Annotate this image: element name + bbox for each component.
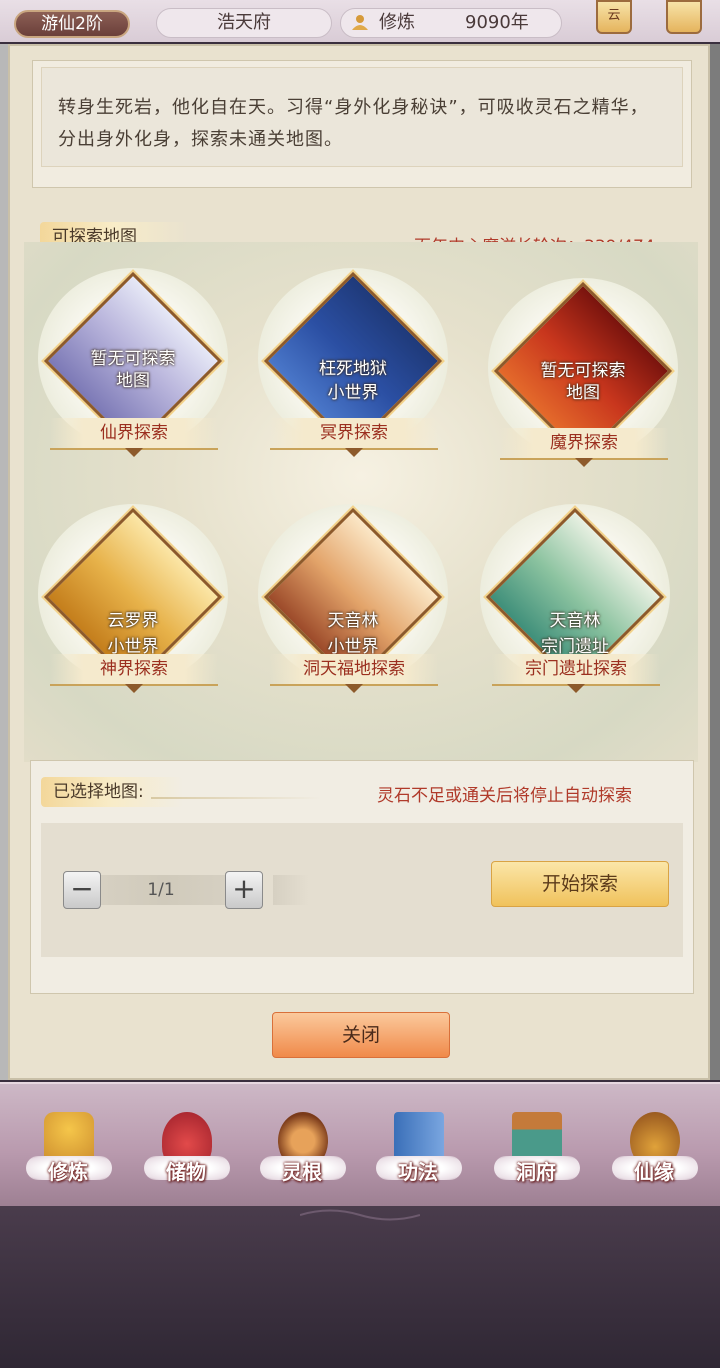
bottom-nav: 修炼 储物 灵根 功法 洞府 仙缘	[0, 1082, 720, 1208]
top-bar: 游仙2阶 浩天府 修炼 9090年 云	[0, 0, 720, 42]
right-edge	[710, 44, 720, 1080]
scroll-button[interactable]	[666, 0, 702, 34]
bottom-background	[0, 1206, 720, 1368]
map-card-mingjie[interactable]: 枉死地狱 小世界 冥界探索	[254, 268, 454, 468]
map-name: 云罗界	[107, 611, 159, 631]
pointer-icon	[345, 684, 363, 693]
map-name: 天音林	[549, 611, 601, 631]
decrement-button[interactable]: −	[63, 871, 101, 909]
close-button[interactable]: 关闭	[272, 1012, 450, 1058]
exploration-panel: 转身生死岩，他化自在天。习得“身外化身秘诀”，可吸收灵石之精华，分出身外化身，探…	[8, 44, 710, 1080]
nav-linggen[interactable]: 灵根	[254, 1106, 350, 1202]
lotus-icon	[352, 15, 368, 30]
cloud-button[interactable]: 云	[596, 0, 632, 34]
map-subtitle: 地图	[566, 383, 600, 403]
location-label: 浩天府	[156, 8, 332, 38]
quantity-value: 1/1	[147, 880, 175, 900]
realm-label: 洞天福地探索	[270, 654, 438, 686]
pointer-icon	[125, 448, 143, 457]
cultivation-display: 修炼 9090年	[340, 8, 562, 38]
map-name: 暂无可探索	[540, 361, 626, 381]
nav-label: 仙缘	[634, 1160, 674, 1184]
pointer-icon	[575, 458, 593, 467]
map-name: 暂无可探索	[90, 349, 176, 369]
map-subtitle: 地图	[116, 371, 150, 391]
description-box: 转身生死岩，他化自在天。习得“身外化身秘诀”，可吸收灵石之精华，分出身外化身，探…	[32, 60, 692, 188]
pointer-icon	[567, 684, 585, 693]
ornament-icon	[300, 1209, 420, 1221]
cultivation-value: 9090年	[465, 12, 529, 33]
map-card-mojie[interactable]: 暂无可探索 地图 魔界探索	[484, 278, 684, 478]
nav-gongfa[interactable]: 功法	[370, 1106, 466, 1202]
nav-label: 灵根	[282, 1160, 322, 1184]
map-card-shenjie[interactable]: 云罗界 小世界 神界探索	[34, 504, 234, 704]
nav-chuwu[interactable]: 储物	[138, 1106, 234, 1202]
description-text: 转身生死岩，他化自在天。习得“身外化身秘诀”，可吸收灵石之精华，分出身外化身，探…	[41, 67, 683, 167]
increment-button[interactable]: +	[225, 871, 263, 909]
map-name: 枉死地狱	[319, 359, 387, 379]
pointer-icon	[125, 684, 143, 693]
nav-xianyuan[interactable]: 仙缘	[606, 1106, 702, 1202]
title-divider	[151, 797, 321, 799]
nav-label: 功法	[398, 1160, 438, 1184]
selected-map-title: 已选择地图:	[41, 777, 183, 807]
selection-controls: 1/1 − + 开始探索	[41, 823, 683, 957]
stepper-fade	[273, 875, 309, 905]
nav-label: 修炼	[48, 1160, 88, 1184]
start-explore-button[interactable]: 开始探索	[491, 861, 669, 907]
nav-xiulian[interactable]: 修炼	[20, 1106, 116, 1202]
realm-label: 宗门遗址探索	[492, 654, 660, 686]
nav-dongfu[interactable]: 洞府	[488, 1106, 584, 1202]
realm-label: 冥界探索	[270, 418, 438, 450]
map-subtitle: 小世界	[327, 383, 379, 403]
pointer-icon	[345, 448, 363, 457]
realm-label: 仙界探索	[50, 418, 218, 450]
map-card-dongtian[interactable]: 天音林 小世界 洞天福地探索	[254, 504, 454, 704]
nav-label: 储物	[166, 1160, 206, 1184]
rank-badge[interactable]: 游仙2阶	[14, 10, 130, 38]
selected-map-box: 已选择地图: 灵石不足或通关后将停止自动探索 1/1 − + 开始探索	[30, 760, 694, 994]
left-edge	[0, 44, 8, 1080]
map-grid: 暂无可探索 地图 仙界探索 枉死地狱 小世界 冥界探索 暂无可探索 地图 魔界探…	[24, 242, 698, 762]
realm-label: 魔界探索	[500, 428, 668, 460]
map-name: 天音林	[327, 611, 379, 631]
realm-label: 神界探索	[50, 654, 218, 686]
cultivation-label: 修炼	[379, 12, 415, 33]
map-card-zongmen[interactable]: 天音林 宗门遗址 宗门遗址探索	[476, 504, 676, 704]
auto-explore-warning: 灵石不足或通关后将停止自动探索	[377, 786, 632, 806]
nav-label: 洞府	[516, 1160, 556, 1184]
map-card-xianjie[interactable]: 暂无可探索 地图 仙界探索	[34, 268, 234, 468]
